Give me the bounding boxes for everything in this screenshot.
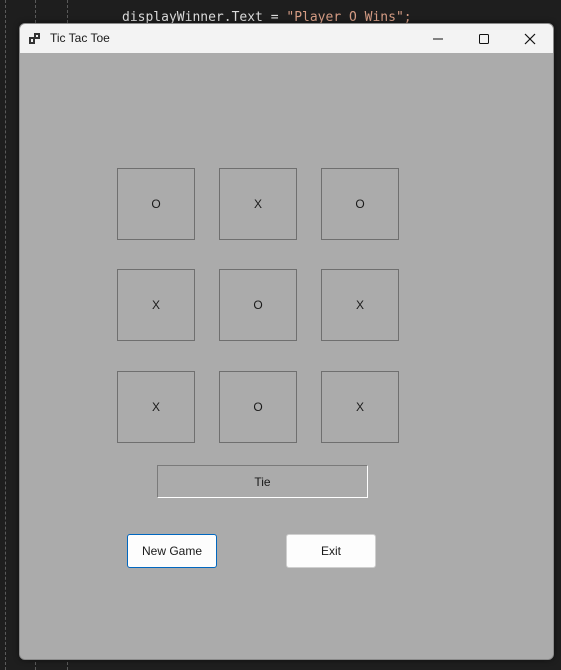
window-title: Tic Tac Toe (50, 31, 110, 45)
board-cell-8[interactable]: O (219, 371, 297, 443)
tic-tac-toe-window: Tic Tac Toe O X O X O X X O X Tie New Ga… (19, 23, 554, 660)
close-button[interactable] (507, 24, 553, 53)
title-bar[interactable]: Tic Tac Toe (20, 24, 553, 53)
new-game-button[interactable]: New Game (127, 534, 217, 568)
board-cell-4[interactable]: X (117, 269, 195, 341)
minimize-button[interactable] (415, 24, 461, 53)
minimize-icon (433, 38, 443, 39)
board-cell-6[interactable]: X (321, 269, 399, 341)
maximize-icon (479, 33, 489, 44)
game-area: O X O X O X X O X Tie New Game Exit (20, 53, 553, 659)
board-cell-3[interactable]: O (321, 168, 399, 240)
indent-guide (5, 0, 6, 670)
board-cell-7[interactable]: X (117, 371, 195, 443)
board-cell-2[interactable]: X (219, 168, 297, 240)
result-label: Tie (157, 465, 368, 498)
board-cell-5[interactable]: O (219, 269, 297, 341)
board-cell-1[interactable]: O (117, 168, 195, 240)
maximize-button[interactable] (461, 24, 507, 53)
exit-button[interactable]: Exit (286, 534, 376, 568)
app-window-icon (29, 31, 43, 45)
close-icon (524, 33, 536, 44)
board-cell-9[interactable]: X (321, 371, 399, 443)
